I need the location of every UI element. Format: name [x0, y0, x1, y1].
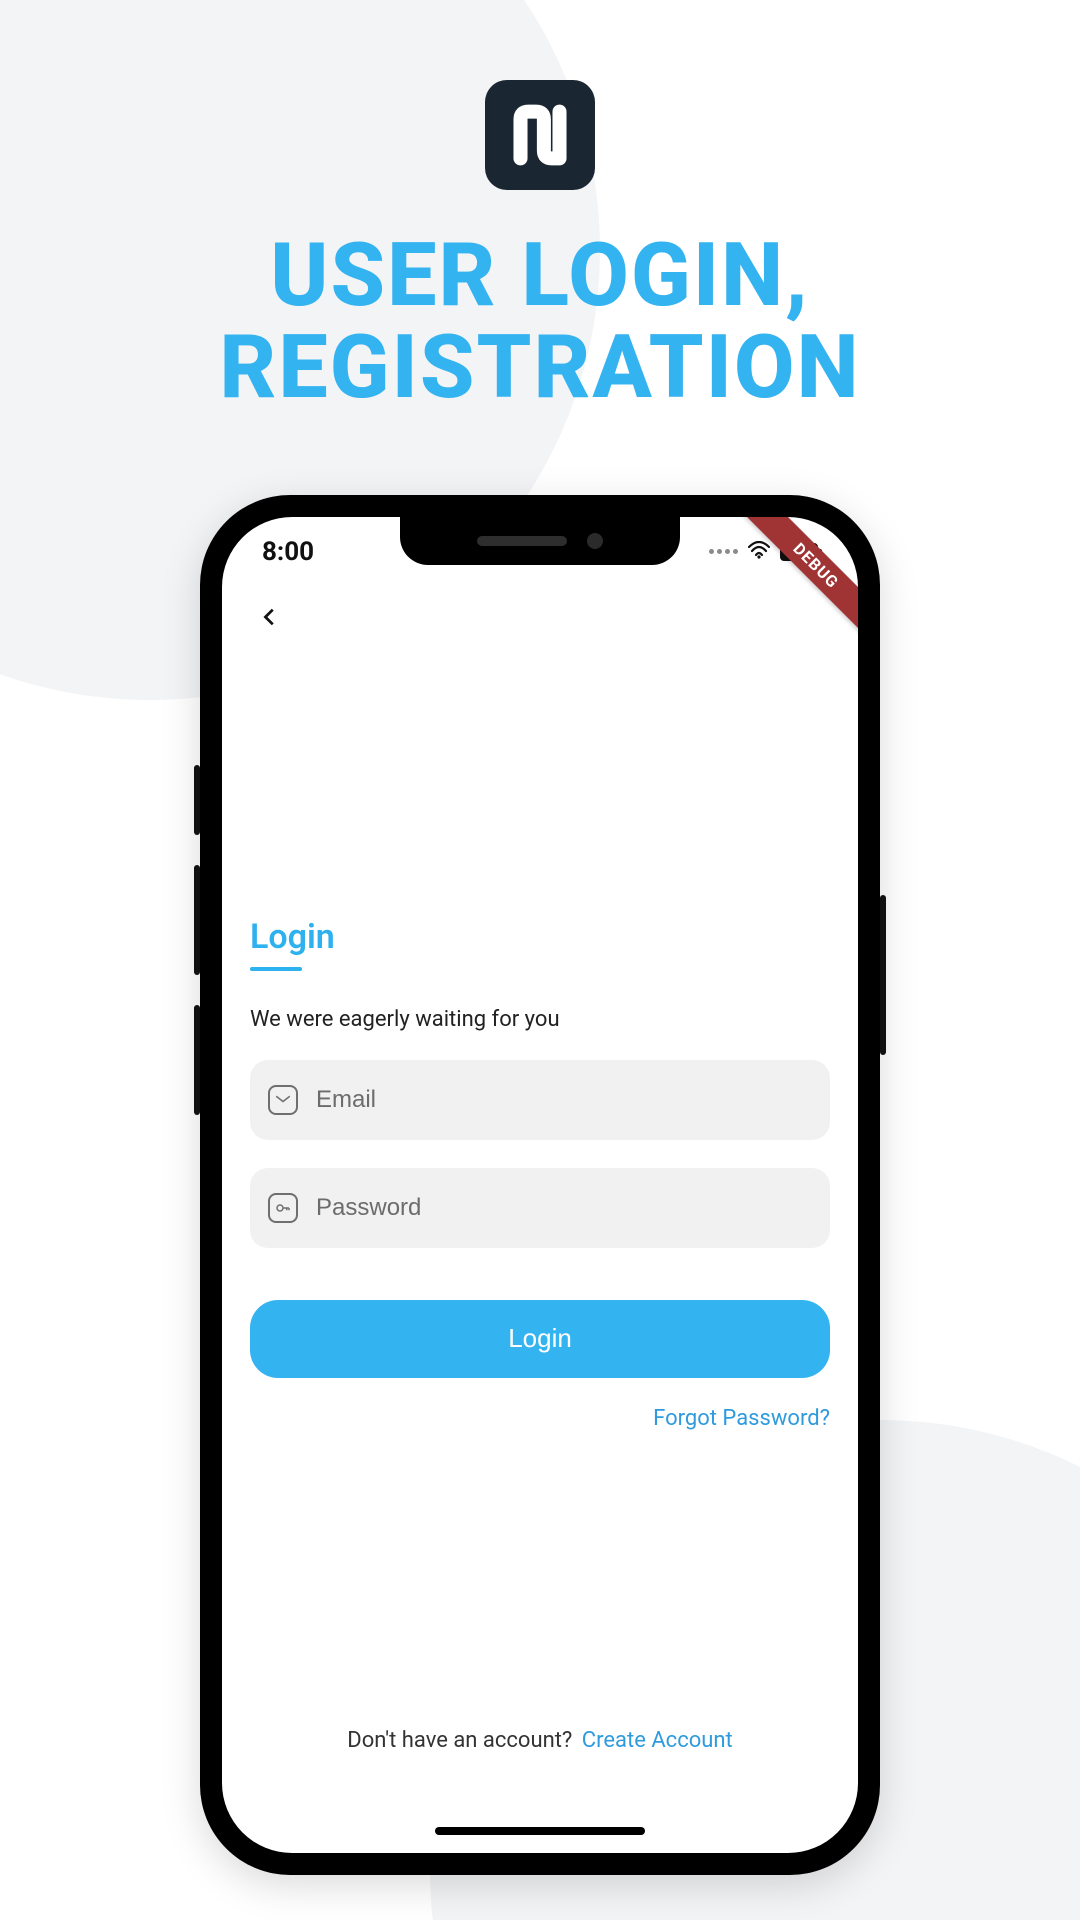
status-time: 8:00	[262, 537, 314, 567]
login-button[interactable]: Login	[250, 1300, 830, 1378]
phone-side-button	[880, 895, 886, 1055]
headline-line-1: User Login,	[270, 224, 809, 327]
login-title-underline	[250, 967, 302, 971]
email-icon	[268, 1085, 298, 1115]
home-indicator[interactable]	[435, 1827, 645, 1835]
phone-screen: DEBUG 8:00	[222, 517, 858, 1853]
phone-frame: DEBUG 8:00	[200, 495, 880, 1875]
nav-bar	[222, 587, 858, 647]
page-headline: User Login, Registration	[219, 230, 860, 415]
cellular-icon	[709, 549, 738, 554]
speaker-grille	[477, 536, 567, 546]
create-account-link[interactable]: Create Account	[582, 1728, 733, 1753]
front-camera	[587, 533, 603, 549]
phone-side-button	[194, 865, 200, 975]
password-icon	[268, 1193, 298, 1223]
app-logo	[485, 80, 595, 190]
wifi-icon	[748, 540, 770, 564]
password-input[interactable]	[316, 1194, 812, 1222]
login-title: Login	[250, 917, 335, 965]
back-button[interactable]	[250, 597, 290, 637]
email-field-container[interactable]	[250, 1060, 830, 1140]
forgot-password-link[interactable]: Forgot Password?	[653, 1406, 830, 1431]
login-subtitle: We were eagerly waiting for you	[250, 1007, 830, 1032]
phone-side-button	[194, 765, 200, 835]
headline-line-2: Registration	[219, 316, 860, 419]
no-account-text: Don't have an account?	[347, 1728, 572, 1753]
password-field-container[interactable]	[250, 1168, 830, 1248]
email-input[interactable]	[316, 1086, 812, 1114]
phone-side-button	[194, 1005, 200, 1115]
create-account-row: Don't have an account? Create Account	[250, 1728, 830, 1753]
phone-notch	[400, 517, 680, 565]
